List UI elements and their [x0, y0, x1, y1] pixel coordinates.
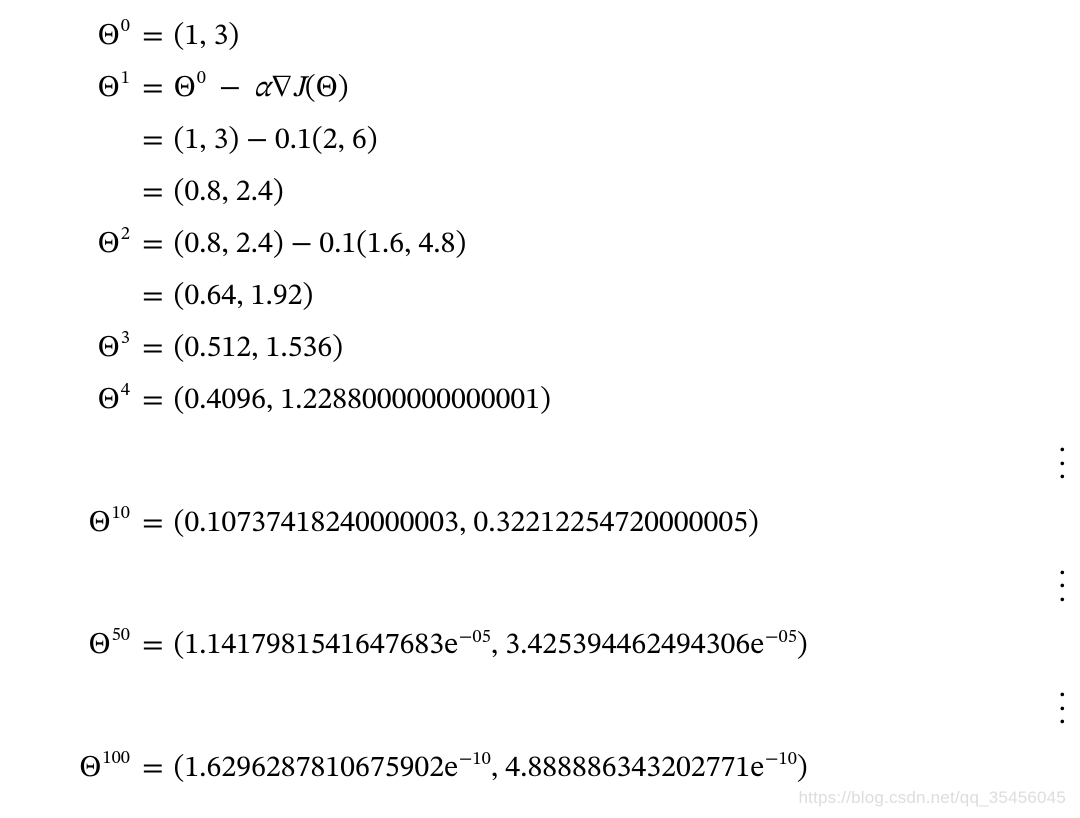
- superscript: 1: [121, 70, 130, 89]
- rhs-value: (0.512, 1.536): [174, 334, 343, 364]
- equals-sign: =: [130, 22, 174, 52]
- theta-symbol: Θ: [98, 74, 120, 104]
- sci-exp-b: −05: [765, 629, 797, 647]
- rhs-value: (1.1417981541647683e−05, 3.4253944624943…: [174, 631, 808, 661]
- rhs-formula: Θ0 − α∇J(Θ): [174, 74, 349, 104]
- nabla-symbol: ∇: [271, 74, 293, 104]
- lhs-theta2: Θ2: [18, 230, 130, 260]
- minus-sign: −: [213, 74, 247, 104]
- theta-symbol: Θ: [98, 334, 120, 364]
- theta-symbol: Θ: [174, 74, 196, 104]
- vertical-ellipsis: . . .: [18, 561, 1070, 602]
- vertical-ellipsis: . . .: [18, 683, 1070, 724]
- alpha-symbol: α: [254, 74, 271, 104]
- superscript: 0: [197, 70, 206, 88]
- superscript: 3: [121, 330, 130, 349]
- sci-close: ): [797, 631, 808, 661]
- equals-sign: =: [130, 230, 174, 260]
- eq-line-theta10: Θ10 = (0.10737418240000003, 0.3221225472…: [18, 509, 1070, 539]
- rhs-value: (0.8, 2.4): [174, 178, 284, 208]
- eq-line-theta2-result: = (0.64, 1.92): [18, 282, 1070, 312]
- superscript: 2: [121, 226, 130, 245]
- eq-line-theta2-step: Θ2 = (0.8, 2.4) − 0.1(1.6, 4.8): [18, 230, 1070, 260]
- eq-line-theta1-step1: = (1, 3) − 0.1(2, 6): [18, 126, 1070, 156]
- eq-line-theta50: Θ50 = (1.1417981541647683e−05, 3.4253944…: [18, 631, 1070, 661]
- superscript: 100: [102, 750, 130, 769]
- superscript: 10: [112, 505, 130, 524]
- lhs-theta0: Θ0: [18, 22, 130, 52]
- sci-a: (1.6296287810675902e: [174, 754, 458, 784]
- equals-sign: =: [130, 126, 174, 156]
- equals-sign: =: [130, 509, 174, 539]
- equals-sign: =: [130, 386, 174, 416]
- superscript: 50: [112, 627, 130, 646]
- sci-exp-a: −10: [459, 751, 491, 769]
- sci-exp-a: −05: [459, 629, 491, 647]
- theta-symbol: Θ: [79, 754, 101, 784]
- rhs-value: (0.8, 2.4) − 0.1(1.6, 4.8): [174, 230, 467, 260]
- rhs-value: (1, 3) − 0.1(2, 6): [174, 126, 378, 156]
- equals-sign: =: [130, 334, 174, 364]
- rhs-value: (1.6296287810675902e−10, 4.8888863432027…: [174, 754, 808, 784]
- close-paren: ): [338, 74, 349, 104]
- eq-line-theta3: Θ3 = (0.512, 1.536): [18, 334, 1070, 364]
- rhs-value: (0.10737418240000003, 0.3221225472000000…: [174, 509, 759, 539]
- j-symbol: J: [293, 74, 305, 104]
- theta-symbol: Θ: [98, 386, 120, 416]
- equals-sign: =: [130, 754, 174, 784]
- sci-mid: , 4.888886343202771e: [491, 754, 764, 784]
- sci-exp-b: −10: [765, 751, 797, 769]
- lhs-theta1: Θ1: [18, 74, 130, 104]
- open-paren: (: [305, 74, 316, 104]
- sci-mid: , 3.425394462494306e: [491, 631, 764, 661]
- lhs-theta4: Θ4: [18, 386, 130, 416]
- eq-line-theta4: Θ4 = (0.4096, 1.2288000000000001): [18, 386, 1070, 416]
- equation-block: Θ0 = (1, 3) Θ1 = Θ0 − α∇J(Θ) = (1, 3) − …: [0, 0, 1080, 800]
- equals-sign: =: [130, 282, 174, 312]
- lhs-theta10: Θ10: [18, 509, 130, 539]
- lhs-theta3: Θ3: [18, 334, 130, 364]
- equals-sign: =: [130, 178, 174, 208]
- sci-a: (1.1417981541647683e: [174, 631, 458, 661]
- rhs-value: (0.4096, 1.2288000000000001): [174, 386, 551, 416]
- lhs-theta100: Θ100: [18, 754, 130, 784]
- equals-sign: =: [130, 74, 174, 104]
- equals-sign: =: [130, 631, 174, 661]
- rhs-value: (1, 3): [174, 22, 240, 52]
- theta-symbol: Θ: [316, 74, 338, 104]
- eq-line-theta100: Θ100 = (1.6296287810675902e−10, 4.888886…: [18, 754, 1070, 784]
- eq-line-theta0: Θ0 = (1, 3): [18, 22, 1070, 52]
- theta-symbol: Θ: [88, 509, 110, 539]
- eq-line-theta1-def: Θ1 = Θ0 − α∇J(Θ): [18, 74, 1070, 104]
- rhs-value: (0.64, 1.92): [174, 282, 314, 312]
- vertical-ellipsis: . . .: [18, 438, 1070, 479]
- lhs-theta50: Θ50: [18, 631, 130, 661]
- superscript: 0: [121, 18, 130, 37]
- theta-symbol: Θ: [98, 22, 120, 52]
- theta-symbol: Θ: [88, 631, 110, 661]
- eq-line-theta1-result: = (0.8, 2.4): [18, 178, 1070, 208]
- watermark-text: https://blog.csdn.net/qq_35456045: [799, 788, 1066, 808]
- sci-close: ): [797, 754, 808, 784]
- theta-symbol: Θ: [98, 230, 120, 260]
- superscript: 4: [121, 382, 130, 401]
